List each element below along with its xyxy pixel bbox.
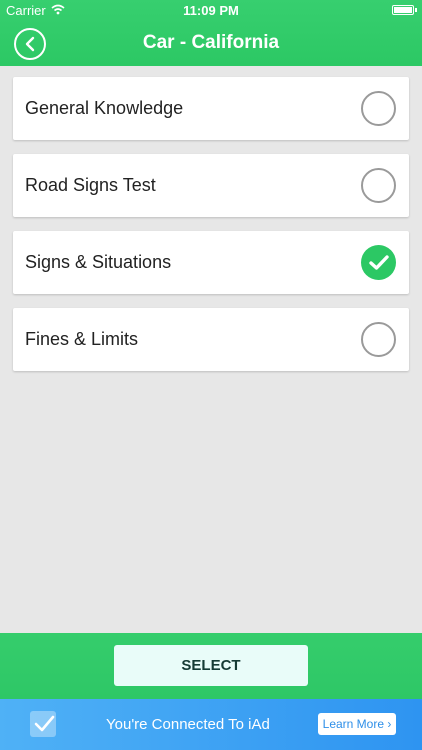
iad-text: You're Connected To iAd (106, 716, 270, 733)
radio-unchecked-icon[interactable] (361, 168, 396, 203)
bottom-bar: SELECT (0, 633, 422, 699)
chevron-right-icon: › (387, 717, 392, 731)
option-label: Fines & Limits (25, 329, 139, 349)
checkmark-icon (369, 255, 389, 270)
radio-unchecked-icon[interactable] (361, 322, 396, 357)
header: Carrier 11:09 PM Car - California (0, 0, 422, 66)
select-button[interactable]: SELECT (114, 645, 308, 686)
option-signs-situations[interactable]: Signs & Situations (13, 231, 409, 294)
option-fines-limits[interactable]: Fines & Limits (13, 308, 409, 371)
option-label: Road Signs Test (25, 175, 156, 195)
radio-unchecked-icon[interactable] (361, 91, 396, 126)
options-list: General Knowledge Road Signs Test Signs … (13, 77, 409, 385)
page-title: Car - California (142, 32, 280, 53)
radio-checked-icon[interactable] (361, 245, 396, 280)
learn-more-label: Learn More (322, 717, 385, 731)
option-road-signs-test[interactable]: Road Signs Test (13, 154, 409, 217)
option-label: Signs & Situations (25, 252, 172, 272)
battery-cap (415, 8, 417, 12)
iad-check-icon (30, 711, 56, 737)
option-label: General Knowledge (25, 98, 184, 118)
learn-more-button[interactable]: Learn More › (318, 713, 396, 735)
status-bar: Carrier 11:09 PM (0, 0, 422, 22)
status-time: 11:09 PM (183, 3, 239, 18)
battery-icon (392, 5, 414, 15)
option-general-knowledge[interactable]: General Knowledge (13, 77, 409, 140)
iad-banner[interactable]: You're Connected To iAd Learn More › (0, 699, 422, 750)
